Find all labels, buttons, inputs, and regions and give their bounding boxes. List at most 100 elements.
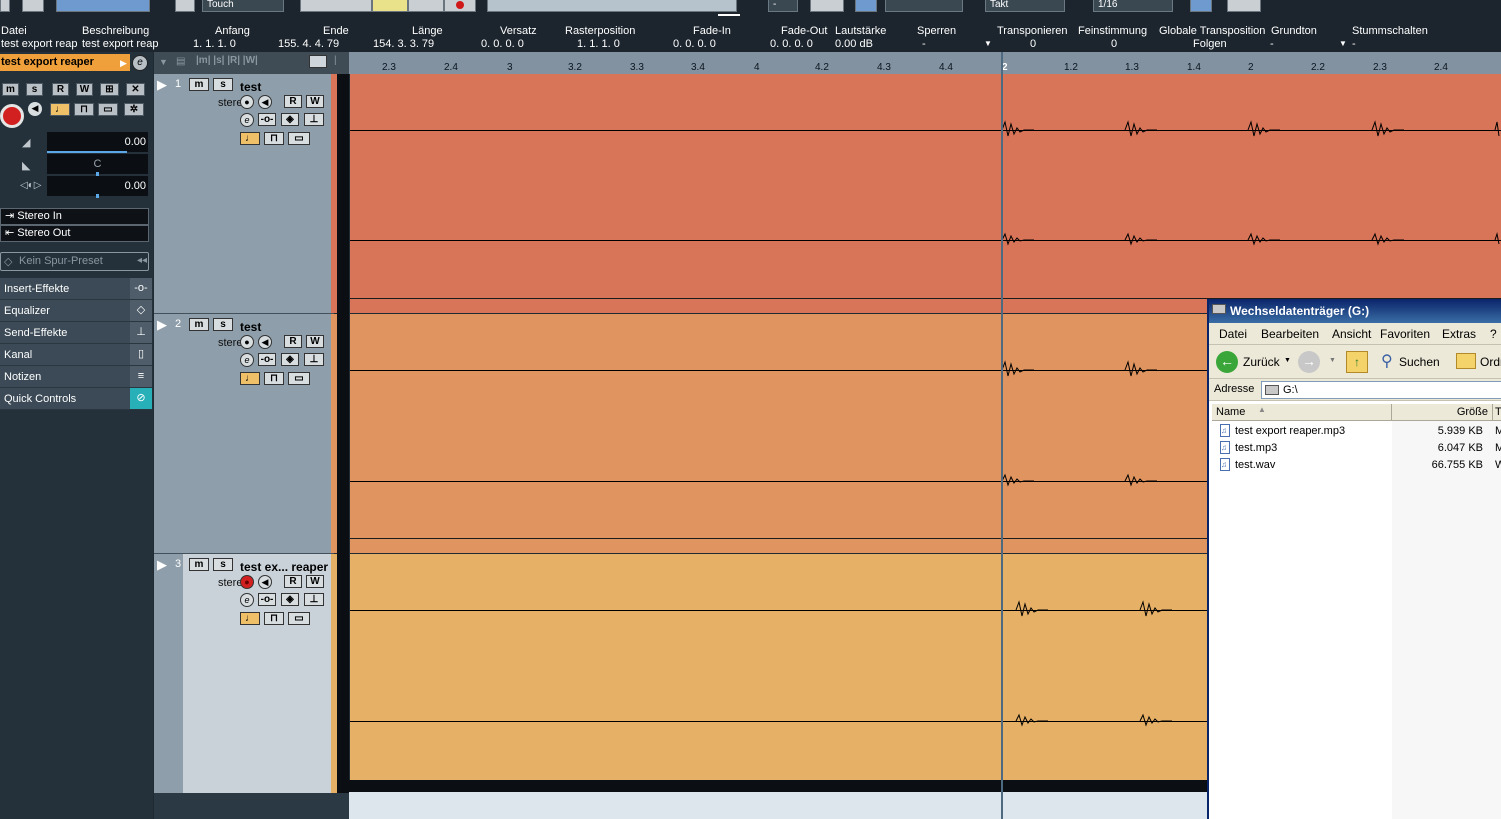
equalizer-icon[interactable]: ◇ (130, 300, 152, 321)
channel-icon[interactable]: ▯ (130, 344, 152, 365)
info-value-start[interactable]: 1. 1. 1. 0 (193, 38, 236, 50)
forward-arrow-icon[interactable]: → (1298, 351, 1320, 373)
track-header[interactable]: m s test stereo ● ◀ R W e -o- ◈ ⊥ ♩ ⊓ ▭ (183, 314, 331, 553)
menu-help[interactable]: ? (1490, 327, 1497, 341)
inspector-solo-button[interactable]: s (26, 83, 43, 96)
lanes-icon[interactable]: ▭ (288, 132, 310, 145)
eq-icon[interactable]: ◈ (281, 113, 299, 126)
automation-toggle-group[interactable] (56, 0, 150, 12)
read-button[interactable]: R (284, 575, 302, 588)
lock-icon[interactable]: ⊓ (264, 132, 284, 145)
constrain-delay-button[interactable] (22, 0, 44, 12)
quick-controls-icon[interactable]: ⊘ (130, 388, 152, 409)
explorer-window[interactable]: Wechseldatenträger (G:) Datei Bearbeiten… (1207, 299, 1501, 819)
inserts-icon[interactable]: -o- (258, 113, 276, 126)
forward-dropdown-icon[interactable]: ▼ (1329, 357, 1336, 364)
delay-field[interactable]: 0.00 (47, 176, 148, 196)
lanes-icon[interactable]: ▭ (288, 372, 310, 385)
monitor-icon[interactable]: ◀ (28, 102, 42, 116)
info-value-mute[interactable]: - (1352, 38, 1356, 50)
insert-effects-icon[interactable]: -o- (130, 278, 152, 299)
section-quick-controls[interactable]: Quick Controls ⊘ (0, 388, 152, 410)
folder-up-icon[interactable]: ↑ (1346, 351, 1368, 373)
transport-buttons[interactable] (300, 0, 372, 12)
back-button[interactable]: Zurück (1243, 355, 1280, 369)
volume-field[interactable]: 0.00 (47, 132, 148, 152)
section-send-effects[interactable]: Send-Effekte ⊥ (0, 322, 152, 344)
timebase-icon[interactable]: ♩ (240, 132, 260, 145)
sends-icon[interactable]: ⊥ (304, 113, 324, 126)
track-name[interactable]: test (240, 320, 261, 334)
lock-icon[interactable]: ⊓ (264, 372, 284, 385)
track-name[interactable]: test ex... reaper (240, 560, 328, 574)
lanes-icon[interactable]: ▭ (98, 103, 118, 116)
monitor-icon[interactable]: ◀ (258, 575, 272, 589)
menu-file[interactable]: Datei (1219, 327, 1247, 341)
automation-icon[interactable] (175, 0, 195, 12)
write-button[interactable]: W (306, 335, 324, 348)
mute-button[interactable]: m (189, 558, 209, 571)
solo-button[interactable]: s (213, 558, 233, 571)
menu-view[interactable]: Ansicht (1332, 327, 1371, 341)
nudge-select[interactable]: - (768, 0, 798, 12)
cycle-button[interactable] (372, 0, 408, 12)
audio-event[interactable] (350, 74, 1501, 313)
lock-icon[interactable]: ⊓ (264, 612, 284, 625)
read-button[interactable]: R (284, 95, 302, 108)
info-value-lock[interactable]: - (922, 38, 926, 50)
info-value-root-key[interactable]: - (1270, 38, 1274, 50)
track-row[interactable]: ▶ 2 m s test stereo ● ◀ R W e -o- ◈ ⊥ ♩ … (154, 314, 331, 553)
pan-field[interactable]: C (47, 154, 148, 174)
output-routing[interactable]: ⇤ Stereo Out (0, 225, 149, 242)
expand-icon[interactable]: ▶ (157, 317, 167, 333)
column-name[interactable]: Name (1212, 404, 1392, 420)
info-value-transpose[interactable]: 0 (1030, 38, 1036, 50)
info-value-finetune[interactable]: 0 (1111, 38, 1117, 50)
write-button[interactable]: W (306, 575, 324, 588)
pointer-icon[interactable] (1190, 0, 1212, 12)
track-colors-icon[interactable] (309, 55, 327, 68)
ruler[interactable]: 2.3 2.4 3 3.2 3.3 3.4 4 4.2 4.3 4.4 2 1.… (349, 52, 1501, 74)
read-button[interactable]: R (284, 335, 302, 348)
inspector-read-button[interactable]: R (52, 83, 69, 96)
inserts-icon[interactable]: -o- (258, 593, 276, 606)
section-equalizer[interactable]: Equalizer ◇ (0, 300, 152, 322)
sends-icon[interactable]: ⊥ (304, 353, 324, 366)
mute-button[interactable]: m (189, 78, 209, 91)
track-header[interactable]: m s test stereo ● ◀ R W e -o- ◈ ⊥ ♩ ⊓ ▭ (183, 74, 331, 313)
info-value-offset[interactable]: 0. 0. 0. 0 (481, 38, 524, 50)
info-value-length[interactable]: 154. 3. 3. 79 (373, 38, 434, 50)
timebase-icon[interactable]: ♩ (240, 612, 260, 625)
edit-channel-icon[interactable]: e (240, 353, 254, 367)
address-input[interactable]: G:\ (1261, 381, 1501, 399)
monitor-icon[interactable]: ◀ (258, 335, 272, 349)
section-insert-effects[interactable]: Insert-Effekte -o- (0, 278, 152, 300)
record-enable-icon[interactable]: ● (240, 575, 254, 589)
sends-icon[interactable]: ⊥ (304, 593, 324, 606)
track-row-selected[interactable]: ▶ 3 m s test ex... reaper stereo ● ◀ R W… (154, 554, 331, 793)
inspector-track-name[interactable]: test export reaper (0, 54, 130, 71)
solo-button[interactable]: s (213, 318, 233, 331)
info-value-fade-out[interactable]: 0. 0. 0. 0 (770, 38, 813, 50)
inspector-close-icon[interactable]: ✕ (126, 83, 145, 96)
timebase-icon[interactable]: ♩ (50, 103, 70, 116)
zoom-icon[interactable]: | (334, 55, 337, 66)
notes-icon[interactable]: ≡ (130, 366, 152, 387)
track-options-icon[interactable]: ▤ (176, 56, 185, 67)
info-value-global-transpose[interactable]: Folgen (1193, 38, 1227, 50)
back-dropdown-icon[interactable]: ▼ (1284, 357, 1291, 364)
edit-channel-icon[interactable]: e (132, 55, 148, 71)
inspector-mute-button[interactable]: m (2, 83, 19, 96)
tool-buttons[interactable] (487, 0, 737, 12)
inspector-write-button[interactable]: W (76, 83, 93, 96)
edit-channel-icon[interactable]: e (240, 593, 254, 607)
folders-button[interactable]: Ordn (1480, 355, 1501, 369)
search-button[interactable]: Suchen (1399, 355, 1440, 369)
mute-button[interactable]: m (189, 318, 209, 331)
dropdown-arrow-icon[interactable]: ▼ (1339, 39, 1347, 48)
record-enable-icon[interactable]: ● (240, 95, 254, 109)
track-row[interactable]: ▶ 1 m s test stereo ● ◀ R W e -o- ◈ ⊥ ♩ … (154, 74, 331, 313)
playback-cursor[interactable] (1001, 52, 1003, 819)
color-palette-icon[interactable] (1227, 0, 1261, 12)
monitor-icon[interactable]: ◀ (258, 95, 272, 109)
